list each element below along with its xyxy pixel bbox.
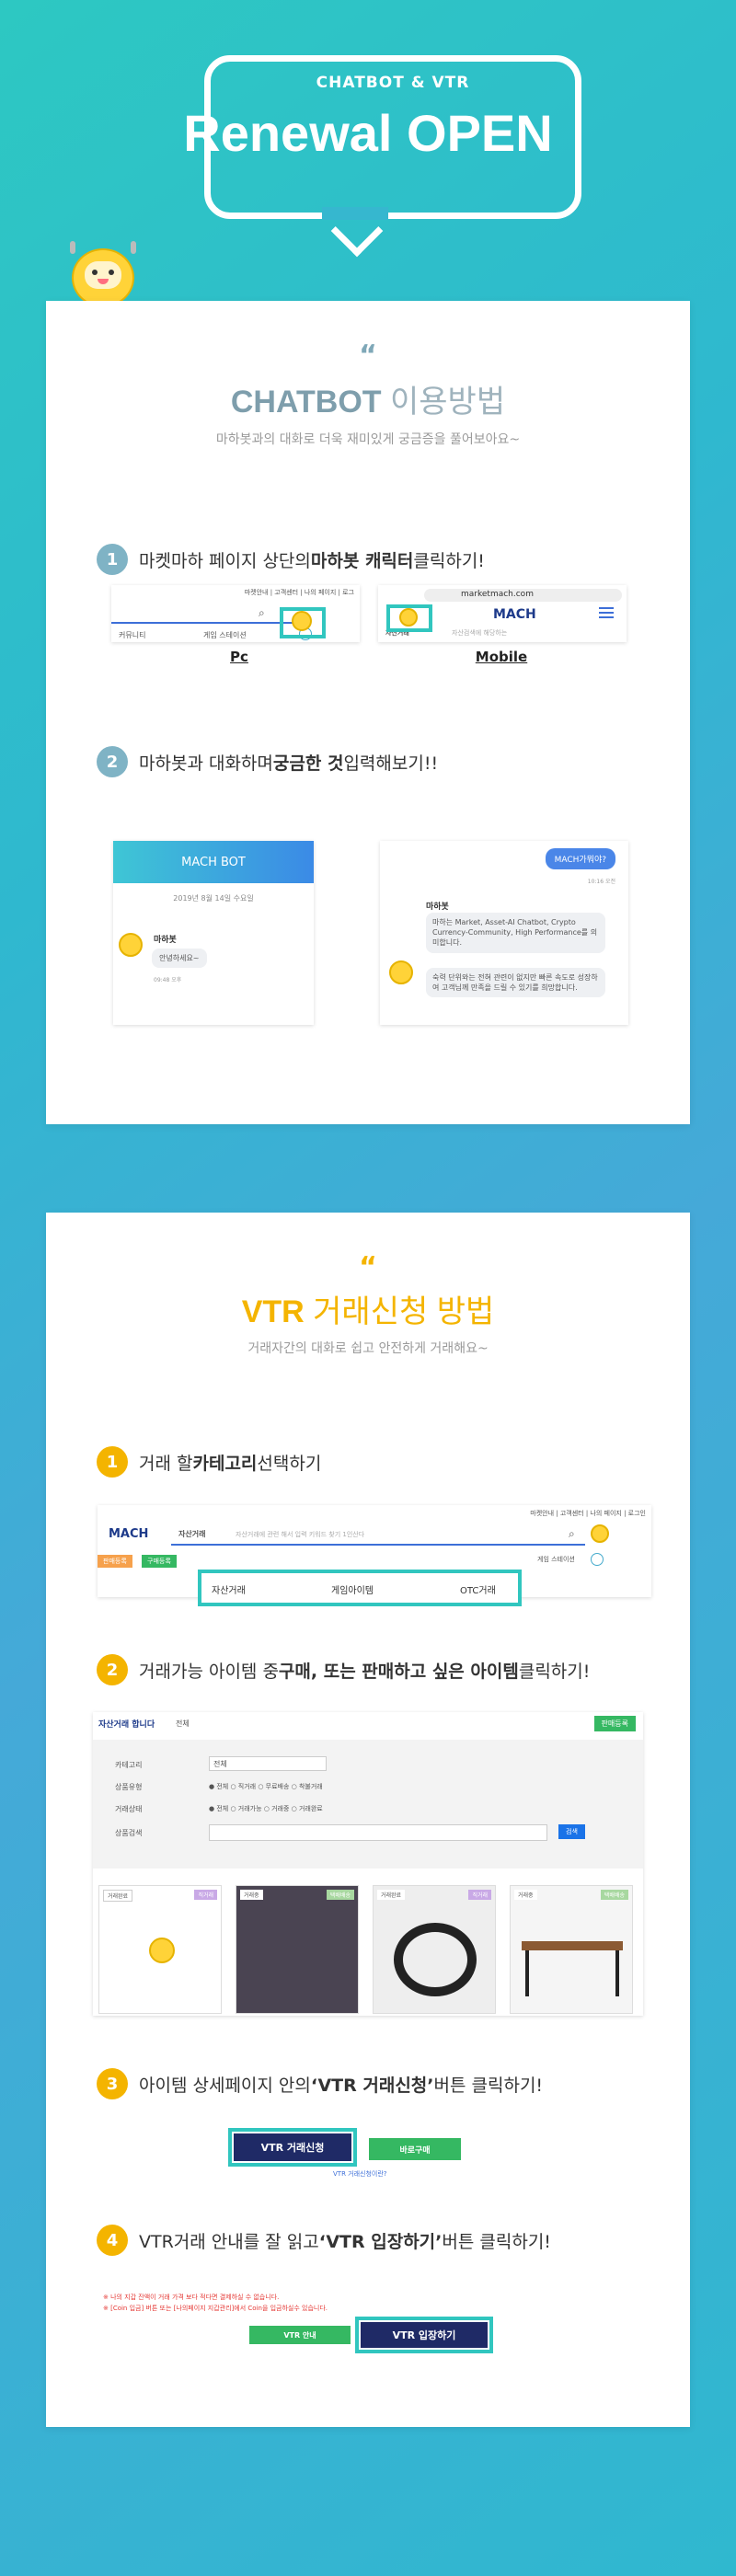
mascot-icon — [591, 1524, 609, 1543]
buy-button[interactable]: 바로구매 — [369, 2138, 461, 2160]
search-icon: ⌕ — [259, 606, 265, 619]
search-button[interactable]: 검색 — [558, 1824, 585, 1839]
chatbot-title: CHATBOT 이용방법 — [230, 385, 506, 420]
vtr-subtitle: 거래자간의 대화로 쉽고 안전하게 거래해요~ — [247, 1341, 489, 1356]
mascot-icon — [389, 960, 413, 984]
vtr-step-4: 4 VTR거래 안내를 잘 읽고 ‘VTR 입장하기’ 버튼 클릭하기! — [97, 2225, 551, 2256]
category-item-asset[interactable]: 자산거래 — [212, 1582, 246, 1596]
vtr-step-3: 3 아이템 상세페이지 안의 ‘VTR 거래신청’ 버튼 클릭하기! — [97, 2068, 543, 2099]
bot-window: MACH BOT 2019년 8월 14일 수요일 마하봇 안녕하세요~ 09:… — [113, 841, 314, 1025]
vtr-step-1: 1 거래 할 카테고리 선택하기 — [97, 1446, 321, 1478]
mobile-label: Mobile — [475, 649, 528, 665]
warning-2: ※ [Coin 입금] 버튼 또는 [나의페이지 지갑관리]에서 Coin을 입… — [103, 2305, 328, 2312]
vtr-enter-button[interactable]: VTR 입장하기 — [361, 2322, 488, 2348]
chatbot-step-1: 1 마켓마하 페이지 상단의 마하봇 캐릭터 클릭하기! — [97, 544, 485, 575]
pc-label: Pc — [230, 649, 248, 665]
category-item-otc[interactable]: OTC거래 — [460, 1582, 496, 1596]
quote-mark: “ — [359, 1251, 377, 1283]
chat-window: MACH가뭐야? 10:16 오전 마하봇 마하는 Market, Asset-… — [380, 841, 628, 1025]
chatbot-step-2: 2 마하봇과 대화하며 궁금한 것 입력해보기!! — [97, 746, 438, 777]
search-icon: ⌕ — [569, 1527, 575, 1540]
register-button[interactable]: 판매등록 — [593, 1716, 636, 1731]
listing-screenshot: 자산거래 합니다 전체 판매등록 카테고리 전체 상품유형 ● 전체 ○ 직거래… — [93, 1712, 643, 2016]
mascot-icon[interactable] — [399, 608, 418, 627]
vtr-title: VTR 거래신청 방법 — [241, 1294, 495, 1329]
chatbot-subtitle: 마하봇과의 대화로 더욱 재미있게 궁금증을 풀어보아요~ — [215, 432, 521, 447]
quote-mark: “ — [359, 339, 377, 372]
header-title: Renewal OPEN — [183, 104, 553, 162]
header-subtitle: CHATBOT & VTR — [316, 74, 470, 92]
mascot-icon — [119, 933, 143, 957]
bot-title: MACH BOT — [113, 841, 314, 883]
vtr-panel: “ VTR 거래신청 방법 거래자간의 대화로 쉽고 안전하게 거래해요~ 1거… — [46, 1213, 690, 2427]
vtr-help-link[interactable]: VTR 거래신청이란? — [333, 2169, 387, 2179]
category-item-game[interactable]: 게임아이템 — [331, 1582, 374, 1596]
mascot-icon[interactable] — [292, 611, 312, 631]
vtr-step-2: 2 거래가능 아이템 중 구매, 또는 판매하고 싶은 아이템 클릭하기! — [97, 1654, 590, 1685]
vtr-apply-button[interactable]: VTR 거래신청 — [234, 2133, 351, 2161]
chatbot-panel: “ CHATBOT 이용방법 마하봇과의 대화로 더욱 재미있게 궁금증을 풀어… — [46, 301, 690, 1124]
warning-1: ※ 나의 지갑 잔액이 거래 가격 보다 적다면 결제하실 수 없습니다. — [103, 2294, 280, 2301]
vtr-guide-button[interactable]: VTR 안내 — [249, 2326, 351, 2344]
